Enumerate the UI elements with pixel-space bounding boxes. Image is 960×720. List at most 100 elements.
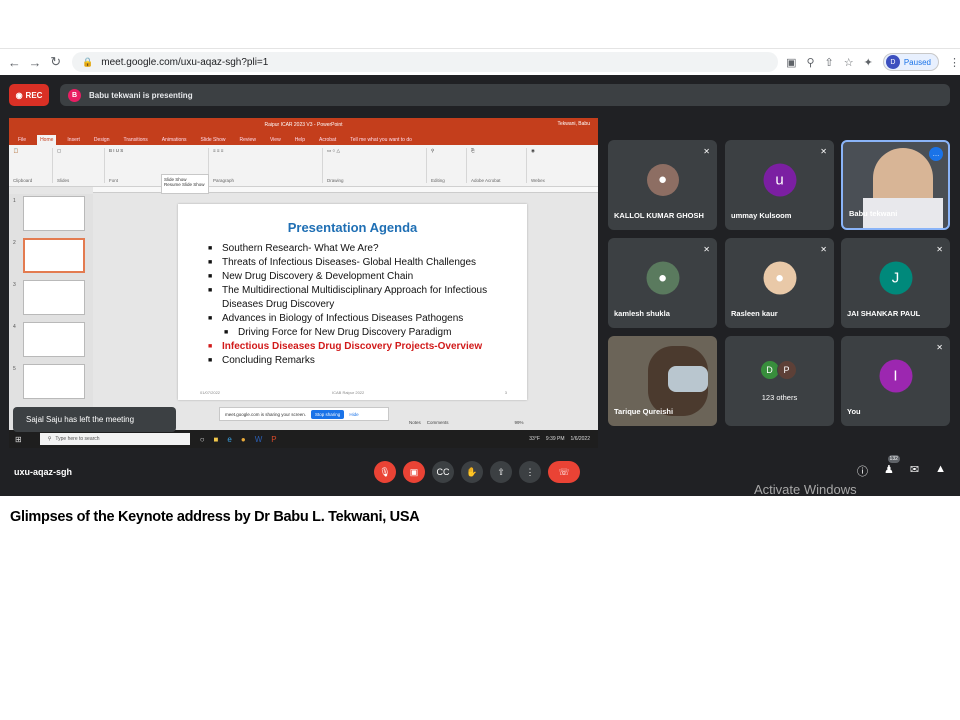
slide-title: Presentation Agenda xyxy=(287,220,418,235)
tab-insert[interactable]: Insert xyxy=(64,135,83,145)
participant-tile[interactable]: ✕ ● Rasleen kaur xyxy=(725,238,834,328)
participant-tile[interactable]: Tarique Qureishi xyxy=(608,336,717,426)
share-icon[interactable]: ⇧ xyxy=(825,56,834,69)
others-avatars: D P xyxy=(759,360,797,381)
agenda-item: Threats of Infectious Diseases- Global H… xyxy=(208,256,488,270)
participant-tile-speaking[interactable]: … Babu tekwani xyxy=(841,140,950,230)
zoom-icon[interactable]: ⚲ xyxy=(806,56,814,69)
self-tile[interactable]: ✕ I You xyxy=(841,336,950,426)
agenda-item: New Drug Discovery & Development Chain xyxy=(208,270,488,284)
ribbon-group-slides[interactable]: ▢ Slides xyxy=(57,148,105,183)
captions-button[interactable]: CC xyxy=(432,461,454,483)
participants-count-badge: 132 xyxy=(887,455,900,463)
slide-thumbnail[interactable] xyxy=(23,322,85,357)
ribbon-group-paragraph[interactable]: ≡ ≡ ≡ Paragraph xyxy=(213,148,323,183)
notes-button[interactable]: Notes xyxy=(409,420,421,425)
info-icon[interactable]: ⓘ xyxy=(857,463,868,479)
windows-start-icon[interactable]: ⊞ xyxy=(15,435,22,444)
record-icon: ◉ xyxy=(15,90,23,100)
self-avatar: I xyxy=(879,359,912,393)
word-icon[interactable]: W xyxy=(255,435,263,444)
mic-off-icon: ✕ xyxy=(703,245,710,254)
present-button[interactable]: ⇧ xyxy=(490,461,512,483)
profile-chip[interactable]: D Paused xyxy=(882,53,939,71)
stop-sharing-button[interactable]: Stop sharing xyxy=(311,409,345,419)
slide-thumbnail-selected[interactable] xyxy=(23,238,85,273)
ribbon-group-acrobat[interactable]: ⎘ Adobe Acrobat xyxy=(471,148,527,183)
camera-icon[interactable]: ▣ xyxy=(786,56,796,69)
slide-footer-date: 01/07/2022 xyxy=(200,390,221,395)
side-controls: ⓘ ♟ 132 ✉ ▲ xyxy=(857,455,946,479)
tab-home[interactable]: Home xyxy=(37,135,57,145)
tab-review[interactable]: Review xyxy=(237,135,259,145)
agenda-sub-item: Driving Force for New Drug Discovery Par… xyxy=(208,326,488,340)
taskbar-search[interactable]: ⚲ Type here to search xyxy=(39,433,190,445)
slide-thumbnail[interactable] xyxy=(23,196,85,231)
screen-sharing-bar: meet.google.com is sharing your screen. … xyxy=(219,407,389,421)
tab-transitions[interactable]: Transitions xyxy=(121,135,151,145)
tab-acrobat[interactable]: Acrobat xyxy=(316,135,339,145)
zoom-level[interactable]: 99% xyxy=(515,420,524,425)
tab-design[interactable]: Design xyxy=(91,135,113,145)
forward-icon[interactable]: → xyxy=(25,51,46,73)
participant-tile[interactable]: ✕ J JAI SHANKAR PAUL xyxy=(841,238,950,328)
back-icon[interactable]: ← xyxy=(4,51,25,73)
tab-view[interactable]: View xyxy=(267,135,284,145)
popup-resume[interactable]: Resume Slide Show xyxy=(164,182,206,187)
ribbon-tabs: File Home Insert Design Transitions Anim… xyxy=(9,132,598,145)
mic-off-icon: ✕ xyxy=(703,147,710,156)
file-explorer-icon[interactable]: ■ xyxy=(214,435,219,444)
hide-button[interactable]: Hide xyxy=(349,412,358,417)
participant-tile[interactable]: ✕ ● KALLOL KUMAR GHOSH xyxy=(608,140,717,230)
camera-toggle-button[interactable]: ▣ xyxy=(403,461,425,483)
ribbon-group-drawing[interactable]: ▭ ○ △ Drawing xyxy=(327,148,427,183)
raise-hand-button[interactable]: ✋ xyxy=(461,461,483,483)
people-icon[interactable]: ♟ 132 xyxy=(884,455,900,479)
activities-icon[interactable]: ▲ xyxy=(935,463,946,479)
group-label: Editing xyxy=(431,178,445,183)
mic-toggle-button[interactable]: 🎙 xyxy=(374,461,396,483)
slide-thumbnail[interactable] xyxy=(23,280,85,315)
slide-thumbnail[interactable] xyxy=(23,364,85,399)
participant-name: You xyxy=(847,407,861,416)
address-bar[interactable]: 🔒 meet.google.com/uxu-aqaz-sgh?pli=1 xyxy=(72,52,779,72)
participant-name: ummay Kulsoom xyxy=(731,211,792,220)
task-view-icon[interactable]: ○ xyxy=(200,435,205,444)
edge-icon[interactable]: e xyxy=(227,435,231,444)
star-icon[interactable]: ☆ xyxy=(844,56,854,69)
ribbon-group-webex[interactable]: ◉ Webex xyxy=(531,148,571,183)
chat-icon[interactable]: ✉ xyxy=(910,463,919,479)
tell-me-search[interactable]: Tell me what you want to do xyxy=(347,135,415,145)
participant-avatar: J xyxy=(879,261,912,295)
thumb-number: 1 xyxy=(13,198,16,204)
slideshow-popup[interactable]: Slide Show Resume Slide Show xyxy=(161,174,209,194)
thumb-number: 4 xyxy=(13,324,16,330)
extensions-icon[interactable]: ✦ xyxy=(864,56,873,69)
chrome-icon[interactable]: ● xyxy=(241,435,246,444)
participant-tile[interactable]: ✕ u ummay Kulsoom xyxy=(725,140,834,230)
rec-label: REC xyxy=(25,90,43,100)
participant-name: Tarique Qureishi xyxy=(614,407,674,416)
mic-off-icon: ✕ xyxy=(820,245,827,254)
powerpoint-icon[interactable]: P xyxy=(271,435,276,444)
ribbon-group-editing[interactable]: ⚲ Editing xyxy=(431,148,467,183)
reload-icon[interactable]: ↻ xyxy=(45,51,66,73)
ribbon-group-clipboard[interactable]: 📋 Clipboard xyxy=(13,148,53,183)
current-slide: Presentation Agenda Southern Research- W… xyxy=(178,204,527,400)
tab-animations[interactable]: Animations xyxy=(159,135,190,145)
tab-help[interactable]: Help xyxy=(292,135,308,145)
tab-file[interactable]: File xyxy=(15,135,29,145)
tab-slide-show[interactable]: Slide Show xyxy=(198,135,229,145)
group-label: Paragraph xyxy=(213,178,235,183)
participant-photo: ● xyxy=(646,163,679,196)
participant-photo: ● xyxy=(763,261,796,295)
agenda-item: The Multidirectional Multidisciplinary A… xyxy=(208,284,488,312)
comments-button[interactable]: Comments xyxy=(427,420,449,425)
menu-icon[interactable]: ⋮ xyxy=(949,56,960,69)
others-tile[interactable]: D P 123 others xyxy=(725,336,834,426)
leave-call-button[interactable]: ☏ xyxy=(548,461,580,483)
more-options-button[interactable]: ⋮ xyxy=(519,461,541,483)
group-label: Drawing xyxy=(327,178,344,183)
participant-tile[interactable]: ✕ ● kamlesh shukla xyxy=(608,238,717,328)
windows-taskbar: ⊞ ⚲ Type here to search ○ ■ e ● W P 33°F… xyxy=(9,430,598,448)
